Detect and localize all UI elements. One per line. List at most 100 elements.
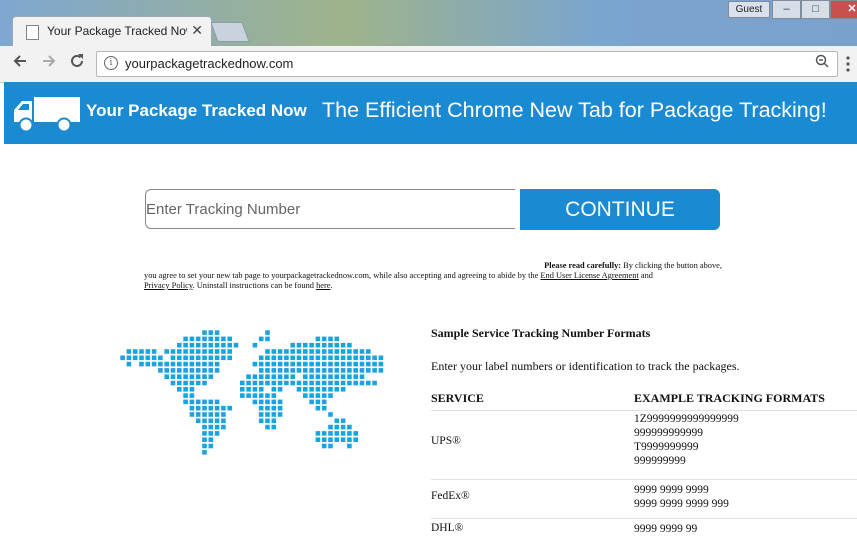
window-controls: – □ ✕ [772,0,857,19]
map-dot [208,330,214,335]
map-dot [139,361,144,367]
map-dot [208,431,214,436]
map-dot [271,368,277,373]
map-dot [340,418,346,424]
map-dot [265,418,270,424]
world-map-icon [120,330,384,455]
map-dot [309,355,314,361]
map-dot [340,374,346,379]
truck-icon [14,97,80,133]
map-dot [183,387,188,392]
map-dot [284,380,289,386]
maximize-button[interactable]: □ [801,0,830,19]
profile-button[interactable]: Guest [728,1,770,18]
map-dot [202,405,207,411]
info-icon[interactable]: i [104,56,118,70]
map-dot [189,380,195,386]
map-dot [145,349,151,354]
map-dot [183,374,188,379]
map-dot [284,349,289,354]
map-dot [284,355,289,361]
map-dot [353,349,358,354]
map-dot [214,405,220,411]
map-dot [334,349,340,354]
map-dot [202,450,207,455]
map-dot [372,355,377,361]
map-dot [252,361,258,367]
map-dot [321,380,327,386]
map-dot [258,380,264,386]
map-dot [353,368,358,373]
map-dot [321,405,327,411]
map-dot [214,361,220,367]
ups-formats: 1Z9999999999999999 999999999999 T9999999… [634,412,739,468]
map-dot [303,380,308,386]
continue-button[interactable]: CONTINUE [520,189,720,230]
new-tab-button[interactable] [210,22,250,42]
legal-and: and [638,271,653,280]
forward-arrow-icon[interactable] [38,53,60,74]
map-dot [221,349,226,354]
map-dot [170,380,176,386]
map-dot [151,349,157,354]
close-window-button[interactable]: ✕ [830,0,857,19]
map-dot [265,368,270,373]
map-dot [334,374,340,379]
format-line: 9999 9999 9999 [634,484,709,496]
back-arrow-icon[interactable] [9,53,31,74]
map-dot [189,349,195,354]
format-line: 1Z9999999999999999 [634,413,739,425]
map-dot [177,374,182,379]
map-dot [265,355,270,361]
col-service-header: SERVICE [431,391,484,405]
map-dot [372,368,377,373]
eula-link[interactable]: End User License Agreement [540,271,638,280]
menu-icon[interactable] [846,56,850,72]
map-dot [296,380,302,386]
tracking-number-input[interactable] [145,189,515,229]
map-dot [170,355,176,361]
map-dot [177,342,182,348]
legal-lead: Please read carefully: [544,261,622,270]
map-dot [202,368,207,373]
map-dot [309,349,314,354]
map-dot [328,412,333,417]
zoom-icon[interactable] [815,54,829,71]
browser-tab[interactable]: Your Package Tracked Now ✕ [12,16,212,46]
map-dot [208,424,214,430]
map-dot [202,380,207,386]
map-dot [195,412,201,417]
map-dot [258,399,264,405]
map-dot [315,380,321,386]
map-dot [328,424,333,430]
map-dot [277,380,283,386]
map-dot [139,349,144,354]
map-dot [328,437,333,442]
reload-icon[interactable] [66,53,88,74]
map-dot [359,368,365,373]
map-dot [328,431,333,436]
format-line: 9999 9999 99 [634,523,698,535]
map-dot [296,387,302,392]
map-dot [303,355,308,361]
map-dot [271,387,277,392]
map-dot [151,355,157,361]
map-dot [328,393,333,398]
map-dot [177,368,182,373]
map-dot [303,361,308,367]
map-dot [158,355,163,361]
map-dot [290,342,295,348]
uninstall-here-link[interactable]: here [316,281,330,290]
legal-line1: By clicking the button above, [621,261,722,270]
map-dot [315,368,321,373]
map-dot [258,336,264,342]
privacy-policy-link[interactable]: Privacy Policy [144,281,193,290]
tab-close-icon[interactable]: ✕ [191,22,203,39]
fedex-formats: 9999 9999 9999 9999 9999 9999 999 [634,483,729,511]
map-dot [265,424,270,430]
map-dot [296,349,302,354]
row-divider [431,518,857,519]
minimize-button[interactable]: – [772,0,801,19]
map-dot [334,342,340,348]
address-bar[interactable]: i yourpackagetrackednow.com [96,51,838,77]
